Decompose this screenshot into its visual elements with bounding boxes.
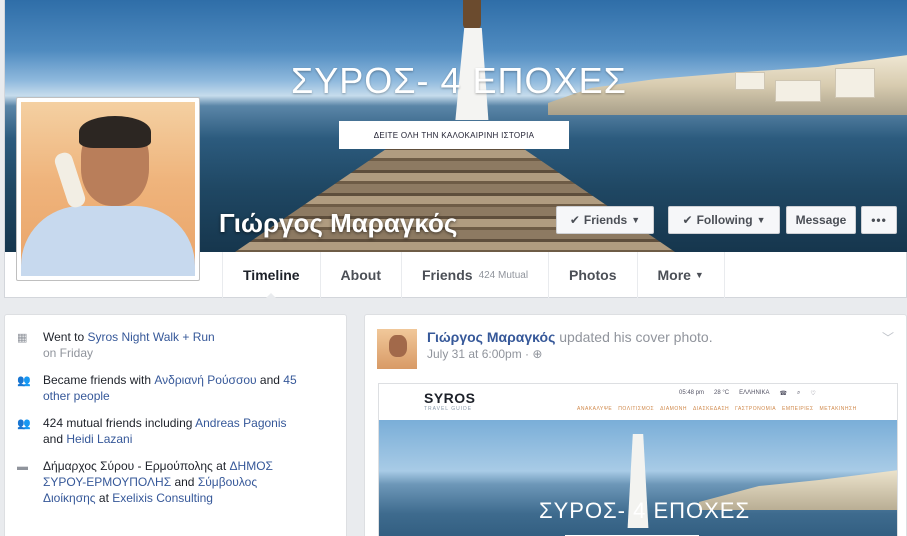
- mutual-friend-link[interactable]: Andreas Pagonis: [195, 416, 286, 430]
- mutual-friends-icon: 👥: [17, 418, 31, 430]
- cover-building: [775, 80, 821, 102]
- other-people-link[interactable]: other people: [43, 389, 110, 403]
- intro-text: Became friends with: [43, 373, 155, 387]
- phone-icon: ☎: [779, 391, 787, 397]
- post-header: Γιώργος Μαραγκός updated his cover photo…: [377, 329, 713, 369]
- avatar: [21, 102, 195, 276]
- site-logo: SYROS: [424, 390, 476, 406]
- role-link[interactable]: Σύμβουλος: [198, 475, 257, 489]
- tab-timeline[interactable]: Timeline: [222, 252, 321, 299]
- post-meta: July 31 at 6:00pm · ⊕: [427, 347, 713, 361]
- tab-more[interactable]: More ▼: [638, 252, 725, 298]
- workplace-link[interactable]: ΔΗΜΟΣ: [230, 459, 273, 473]
- site-nav: ΑΝΑΚΑΛΥΨΕ ΠΟΛΙΤΙΣΜΟΣ ΔΙΑΜΟΝΗ ΔΙΑΣΚΕΔΑΣΗ …: [577, 406, 857, 412]
- workplace-link[interactable]: ΣΥΡΟΥ-ΕΡΜΟΥΠΟΛΗΣ: [43, 475, 171, 489]
- site-nav-item: ΜΕΤΑΚΙΝΗΣΗ: [819, 406, 857, 412]
- language-text: ΕΛΛΗΝΙΚΑ: [739, 390, 770, 396]
- role-link[interactable]: Διοίκησης: [43, 491, 96, 505]
- site-nav-item: ΑΝΑΚΑΛΥΨΕ: [577, 406, 613, 412]
- site-hero-title: ΣΥΡΟΣ- 4 ΕΠΟΧΕΣ: [539, 498, 751, 523]
- check-icon: ✔: [682, 213, 693, 227]
- profile-name[interactable]: Γιώργος Μαραγκός: [219, 208, 457, 239]
- friend-link[interactable]: Ανδριανή Ρούσσου: [154, 373, 256, 387]
- search-icon: ⌕: [796, 390, 801, 396]
- post-author-line: Γιώργος Μαραγκός updated his cover photo…: [427, 329, 713, 345]
- event-link[interactable]: Syros Night Walk + Run: [87, 330, 214, 344]
- site-subtitle: TRAVEL GUIDE: [424, 406, 473, 412]
- company-link[interactable]: Exelixis Consulting: [112, 491, 213, 505]
- message-button[interactable]: Message: [786, 206, 856, 234]
- intro-text: 424 mutual friends including: [43, 416, 196, 430]
- profile-picture[interactable]: [16, 97, 200, 281]
- friends-button-label: Friends: [583, 213, 628, 227]
- check-icon: ✔: [569, 213, 580, 227]
- site-nav-item: ΕΜΠΕΙΡΙΕΣ: [782, 406, 814, 412]
- friends-button[interactable]: ✔ Friends ▼: [556, 206, 654, 234]
- profile-tabs: Timeline About Friends 424 Mutual Photos …: [222, 252, 725, 299]
- cover-building: [835, 68, 875, 98]
- cover-building: [735, 72, 765, 90]
- intro-item-friends: 👥 Became friends with Ανδριανή Ρούσσου a…: [17, 372, 334, 404]
- site-nav-item: ΔΙΑΜΟΝΗ: [660, 406, 687, 412]
- intro-text: and: [171, 475, 198, 489]
- calendar-icon: ▦: [17, 332, 28, 344]
- clock-text: 05:48 pm: [679, 390, 705, 396]
- cover-title: ΣΥΡΟΣ- 4 ΕΠΟΧΕΣ: [291, 60, 627, 101]
- site-hero-photo: ΣΥΡΟΣ- 4 ΕΠΟΧΕΣ: [379, 420, 897, 536]
- intro-text: and: [256, 373, 284, 387]
- caret-down-icon: ▼: [756, 215, 766, 225]
- weather-text: 28 °C: [714, 390, 730, 396]
- site-nav-item: ΠΟΛΙΤΙΣΜΟΣ: [618, 406, 655, 412]
- intro-text: and: [43, 432, 67, 446]
- tab-friends-label: Friends: [421, 267, 473, 283]
- site-tools: 05:48 pm 28 °C ΕΛΛΗΝΙΚΑ ☎ ⌕ ♡: [679, 390, 816, 397]
- friends-icon: 👥: [17, 375, 31, 387]
- post-author-avatar[interactable]: [377, 329, 417, 369]
- chevron-down-icon[interactable]: ﹀: [882, 329, 894, 346]
- cover-cta-button[interactable]: ΔΕΙΤΕ ΟΛΗ ΤΗΝ ΚΑΛΟΚΑΙΡΙΝΗ ΙΣΤΟΡΙΑ: [339, 121, 569, 149]
- more-dots-icon: •••: [871, 213, 887, 227]
- mutual-count: 424 Mutual: [478, 269, 529, 281]
- post-image[interactable]: SYROS TRAVEL GUIDE 05:48 pm 28 °C ΕΛΛΗΝΙ…: [378, 383, 898, 536]
- post-card: Γιώργος Μαραγκός updated his cover photo…: [364, 314, 907, 536]
- intro-item-work: ▬ Δήμαρχος Σύρου - Ερμούπολης at ΔΗΜΟΣ Σ…: [17, 458, 334, 506]
- intro-card: ▦ Went to Syros Night Walk + Run on Frid…: [4, 314, 347, 536]
- tab-about-label: About: [340, 267, 381, 283]
- message-button-label: Message: [795, 213, 847, 227]
- tab-photos-label: Photos: [569, 267, 617, 283]
- caret-down-icon: ▼: [631, 215, 641, 225]
- post-time[interactable]: July 31 at 6:00pm ·: [427, 347, 532, 361]
- briefcase-icon: ▬: [17, 461, 28, 473]
- count-link[interactable]: 45: [283, 373, 296, 387]
- intro-text: at: [95, 491, 113, 505]
- post-action: updated his cover photo.: [555, 329, 713, 345]
- following-button[interactable]: ✔ Following ▼: [668, 206, 780, 234]
- site-nav-item: ΓΑΣΤΡΟΝΟΜΙΑ: [735, 406, 777, 412]
- event-time: on Friday: [43, 346, 94, 360]
- heart-icon: ♡: [810, 391, 816, 397]
- mutual-friend-link[interactable]: Heidi Lazani: [66, 432, 132, 446]
- tab-timeline-label: Timeline: [243, 267, 300, 283]
- tab-friends[interactable]: Friends 424 Mutual: [402, 252, 550, 298]
- intro-item-event: ▦ Went to Syros Night Walk + Run on Frid…: [17, 329, 334, 361]
- globe-icon: ⊕: [532, 347, 543, 361]
- tab-photos[interactable]: Photos: [549, 252, 638, 298]
- post-author-name[interactable]: Γιώργος Μαραγκός: [427, 329, 555, 345]
- tab-about[interactable]: About: [321, 252, 402, 298]
- site-header: SYROS TRAVEL GUIDE 05:48 pm 28 °C ΕΛΛΗΝΙ…: [379, 384, 897, 420]
- site-nav-item: ΔΙΑΣΚΕΔΑΣΗ: [692, 406, 730, 412]
- intro-item-mutual: 👥 424 mutual friends including Andreas P…: [17, 415, 334, 447]
- more-actions-button[interactable]: •••: [861, 206, 897, 234]
- intro-text: Δήμαρχος Σύρου - Ερμούπολης at: [43, 459, 230, 473]
- caret-down-icon: ▼: [694, 270, 704, 280]
- following-button-label: Following: [696, 213, 753, 227]
- intro-text: Went to: [43, 330, 88, 344]
- tab-more-label: More: [657, 267, 691, 283]
